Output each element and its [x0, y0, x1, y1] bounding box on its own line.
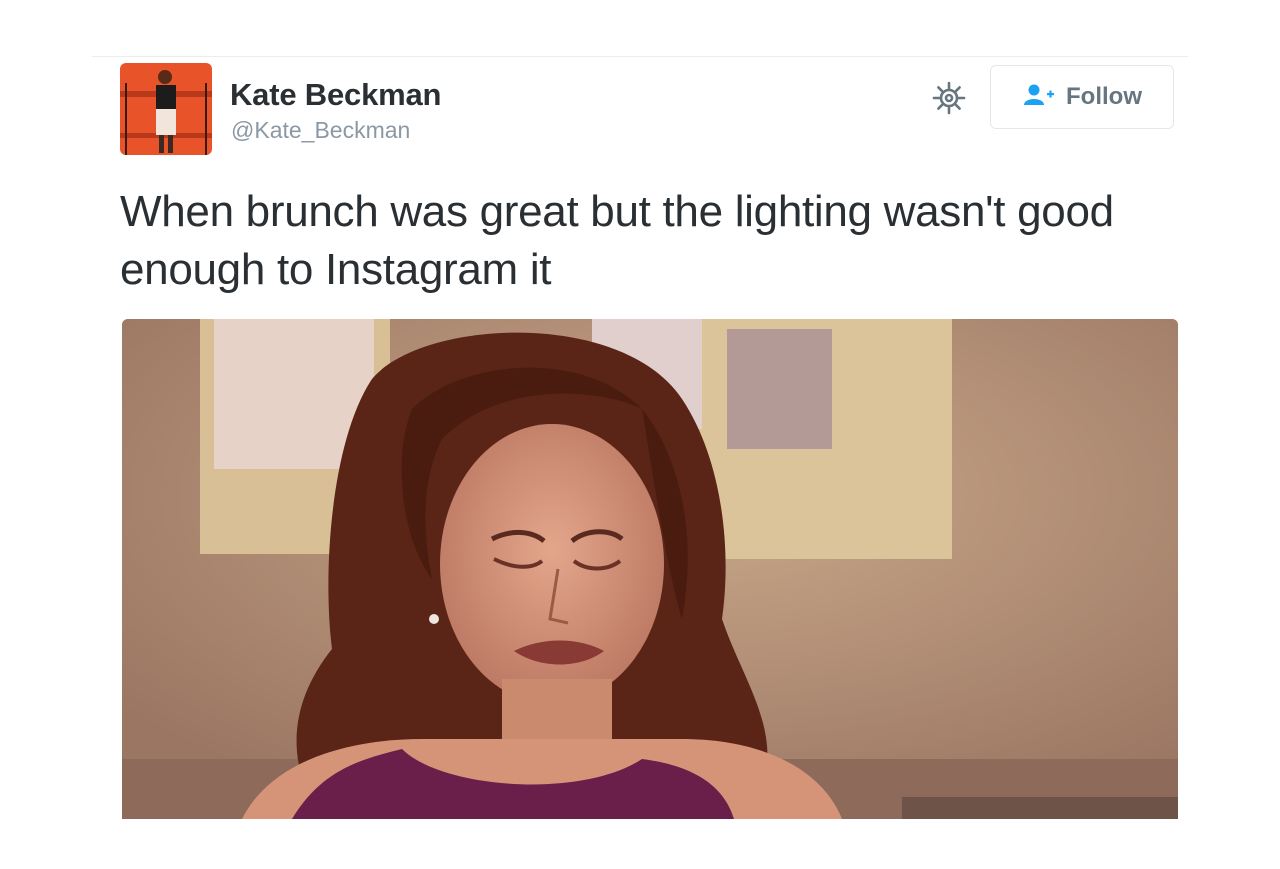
follow-button[interactable]: Follow: [990, 65, 1174, 129]
avatar-image: [120, 63, 212, 155]
tweet-text: When brunch was great but the lighting w…: [120, 187, 1114, 294]
tweet-card: Kate Beckman @Kate_Beckman Follow When b…: [92, 56, 1188, 869]
follow-label: Follow: [1066, 83, 1142, 110]
user-handle[interactable]: @Kate_Beckman: [231, 117, 410, 144]
display-name[interactable]: Kate Beckman: [230, 77, 441, 113]
crying-woman-gif: [122, 319, 1178, 819]
add-user-icon: [1022, 83, 1056, 112]
avatar[interactable]: [120, 63, 212, 155]
gear-icon[interactable]: [930, 79, 968, 117]
tweet-media[interactable]: [122, 319, 1178, 819]
